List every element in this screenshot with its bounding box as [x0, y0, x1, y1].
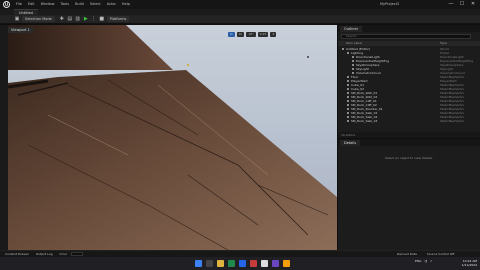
menu-help[interactable]: Help	[122, 2, 130, 6]
menu-bar: File Edit Window Tools Build Select Acto…	[16, 1, 130, 7]
actor-type-icon	[352, 60, 354, 62]
actor-type-icon	[347, 92, 349, 94]
close-button[interactable]: ✕	[468, 1, 478, 7]
start-icon[interactable]	[195, 260, 202, 267]
actor-type-icon	[342, 48, 344, 50]
viewport-controls: ⇔ 10 10° 0.25 4	[228, 32, 277, 37]
outliner-column-header: Item Label Type	[338, 41, 480, 46]
more-play-options-icon[interactable]: ⋮	[91, 16, 97, 22]
menu-actor[interactable]: Actor	[107, 2, 116, 6]
add-icon[interactable]: ✚	[59, 16, 65, 22]
volume-icon[interactable]: ♪	[430, 259, 432, 263]
tab-details[interactable]: Details	[340, 140, 361, 146]
actor-type-icon	[347, 52, 349, 54]
outliner-list: Untitled (Editor) World Lighting Folder Dire…	[338, 47, 480, 123]
menu-file[interactable]: File	[16, 2, 22, 6]
details-empty-message: Select an object to view details.	[385, 156, 433, 160]
minimize-button[interactable]: —	[446, 1, 456, 7]
main-toolbar: ▣ Selection Mode ✚ ▤ ▥ ▶ ⋮ ■ Platforms	[0, 15, 480, 24]
windows-taskbar: ENG ◔ ♪ 10:22 AM 1/11/2024	[0, 257, 480, 270]
outliner-row[interactable]: SM_Rock_Slab_03 StaticMeshActor	[338, 119, 480, 123]
angle-snap-value[interactable]: 10°	[246, 32, 256, 37]
actor-type-icon	[347, 80, 349, 82]
actor-type-icon	[347, 112, 349, 114]
cinematics-icon[interactable]: ▥	[75, 16, 81, 22]
edge-icon[interactable]	[239, 260, 246, 267]
actor-type-icon	[347, 120, 349, 122]
outliner-tab-bar: Outliner	[338, 25, 480, 32]
actor-type-icon	[352, 56, 354, 58]
actor-type-icon	[347, 108, 349, 110]
camera-speed-value[interactable]: 4	[270, 32, 277, 37]
play-icon[interactable]: ▶	[83, 16, 89, 22]
platforms-button[interactable]: Platforms	[106, 16, 130, 22]
system-tray: ENG ◔ ♪	[415, 259, 432, 263]
chrome-icon[interactable]	[228, 260, 235, 267]
search-icon[interactable]	[206, 260, 213, 267]
actor-type-icon	[347, 104, 349, 106]
taskbar-apps	[195, 260, 290, 267]
column-item-label[interactable]: Item Label	[346, 41, 362, 46]
outliner-panel: Outliner Search... Item Label Type Untit…	[338, 25, 480, 138]
outliner-search-input[interactable]: Search...	[341, 34, 471, 39]
actor-type-icon	[347, 100, 349, 102]
blueprint-icon[interactable]: ▤	[67, 16, 73, 22]
file-explorer-icon[interactable]	[217, 260, 224, 267]
actor-type-icon	[352, 64, 354, 66]
tab-viewport[interactable]: Viewport 1	[8, 27, 33, 33]
unreal-engine-icon[interactable]	[261, 260, 268, 267]
actor-type-icon	[347, 76, 349, 78]
level-viewport[interactable]: Viewport 1 ⇔ 10 10° 0.25 4	[8, 25, 337, 250]
tray-language[interactable]: ENG	[415, 259, 421, 263]
details-tab-bar: Details	[338, 139, 480, 146]
app-icon-orange[interactable]	[283, 260, 290, 267]
actor-type-icon	[347, 84, 349, 86]
app-icon-red[interactable]	[250, 260, 257, 267]
menu-tools[interactable]: Tools	[60, 2, 69, 6]
maximize-button[interactable]: ☐	[457, 1, 467, 7]
menu-build[interactable]: Build	[75, 2, 84, 6]
save-icon[interactable]: ▣	[14, 16, 20, 22]
details-panel: Details Select an object to view details…	[338, 139, 480, 250]
wifi-icon[interactable]: ◔	[424, 259, 427, 263]
rock-surface	[8, 25, 337, 250]
status-bar: Content Drawer Output Log Cmd Derived Da…	[0, 250, 480, 257]
project-name: MyProject2	[380, 2, 400, 6]
title-bar: U File Edit Window Tools Build Select Ac…	[0, 0, 480, 9]
stop-icon[interactable]: ■	[99, 16, 105, 22]
taskbar-clock[interactable]: 10:22 AM 1/11/2024	[455, 259, 477, 267]
console-command-input[interactable]	[71, 252, 84, 256]
column-type[interactable]: Type	[440, 41, 447, 46]
actor-type-icon	[347, 116, 349, 118]
transform-mode-button[interactable]: ⇔	[228, 32, 235, 37]
clock-date: 1/11/2024	[461, 263, 477, 267]
app-icon-purple[interactable]	[272, 260, 279, 267]
content-drawer-button[interactable]: Content Drawer	[3, 252, 31, 257]
outliner-actor-count: 19 actors	[338, 132, 480, 138]
actor-type-icon	[352, 68, 354, 70]
selection-mode-button[interactable]: Selection Mode	[22, 16, 55, 22]
actor-type-icon	[347, 96, 349, 98]
output-log-button[interactable]: Output Log	[34, 252, 55, 257]
grid-snap-value[interactable]: 10	[236, 32, 245, 37]
scale-snap-value[interactable]: 0.25	[257, 32, 269, 37]
menu-edit[interactable]: Edit	[28, 2, 35, 6]
cmd-label[interactable]: Cmd	[58, 252, 69, 257]
menu-select[interactable]: Select	[90, 2, 101, 6]
menu-window[interactable]: Window	[41, 2, 55, 6]
outliner-row-type: StaticMeshActor	[440, 119, 465, 123]
actor-type-icon	[352, 72, 354, 74]
tab-outliner[interactable]: Outliner	[340, 26, 363, 32]
unreal-logo-icon[interactable]: U	[3, 1, 10, 8]
outliner-row-label: SM_Rock_Slab_03	[351, 119, 378, 123]
actor-type-icon	[347, 88, 349, 90]
